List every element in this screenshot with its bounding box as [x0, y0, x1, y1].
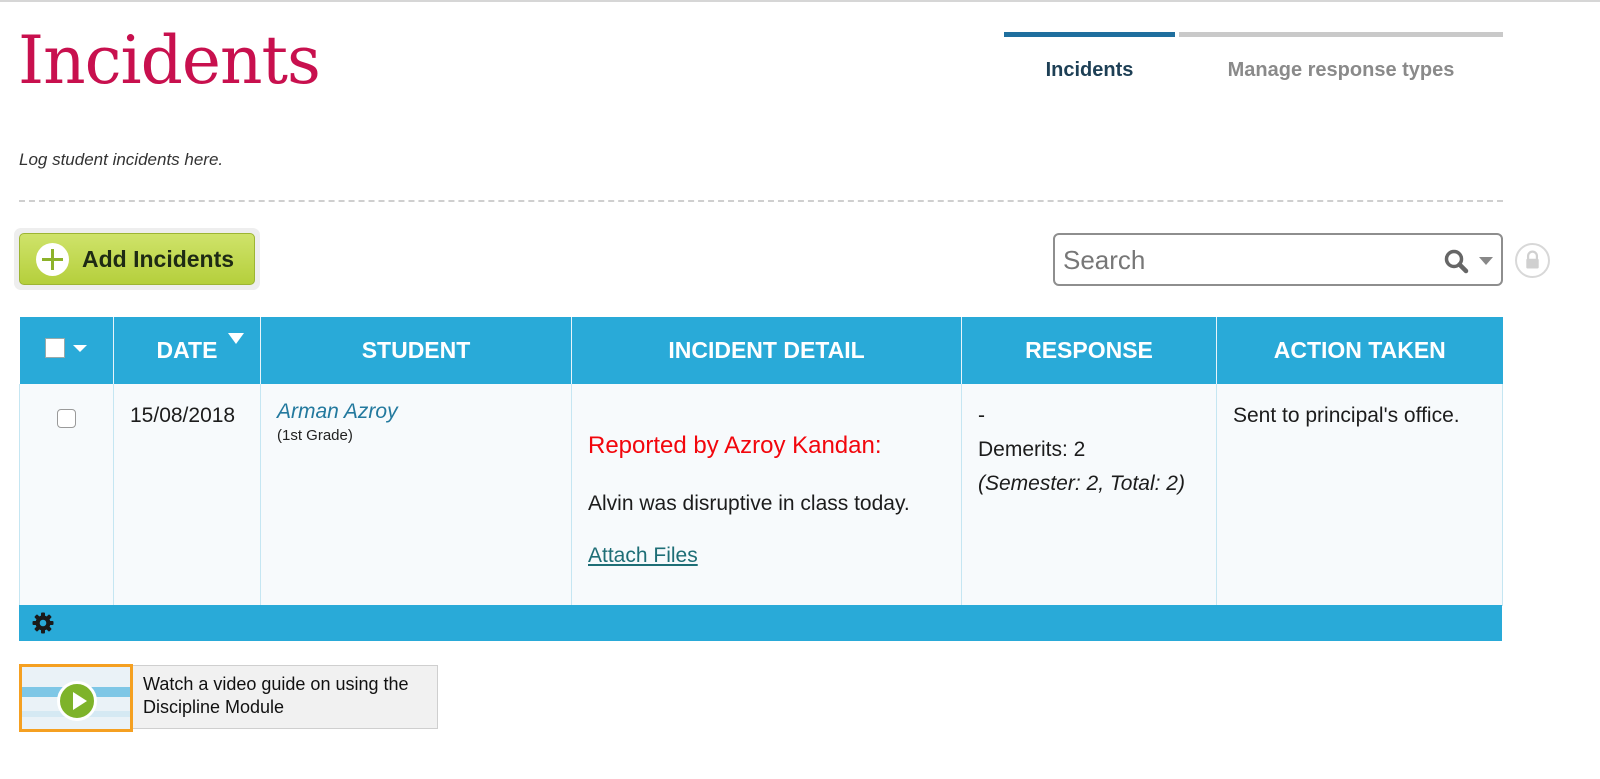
chevron-down-icon[interactable]	[72, 345, 87, 352]
search-icon[interactable]	[1443, 248, 1469, 274]
tab-incidents[interactable]: Incidents	[1004, 32, 1175, 102]
select-all-checkbox[interactable]	[44, 338, 65, 358]
student-cell: Arman Azroy (1st Grade)	[260, 384, 572, 606]
dashed-divider	[19, 200, 1503, 202]
incident-date: 15/08/2018	[113, 384, 261, 606]
video-thumbnail[interactable]	[19, 664, 133, 732]
column-header-incident-detail: INCIDENT DETAIL	[571, 317, 962, 384]
tab-manage-response-types[interactable]: Manage response types	[1179, 32, 1503, 102]
tab-bar: Incidents Manage response types	[1004, 32, 1503, 102]
search-input[interactable]	[1063, 243, 1423, 277]
student-name-link[interactable]: Arman Azroy	[261, 384, 571, 424]
plus-icon	[36, 242, 69, 276]
column-header-response: RESPONSE	[961, 317, 1217, 384]
top-border	[0, 0, 1600, 2]
page-subtitle: Log student incidents here.	[19, 150, 224, 169]
table-row: 15/08/2018 Arman Azroy (1st Grade) Repor…	[19, 384, 1503, 606]
video-guide-text: Watch a video guide on using the Discipl…	[143, 674, 409, 717]
row-select-cell	[19, 384, 114, 606]
add-incidents-label: Add Incidents	[82, 245, 235, 272]
column-header-date[interactable]: DATE	[113, 317, 261, 384]
gear-icon[interactable]	[32, 612, 54, 634]
video-guide-link[interactable]: Watch a video guide on using the Discipl…	[19, 664, 438, 732]
response-cell: - Demerits: 2 (Semester: 2, Total: 2)	[961, 384, 1217, 606]
table-header-row: DATE STUDENT INCIDENT DETAIL RESPONSE AC…	[19, 317, 1503, 384]
reported-by: Reported by Azroy Kandan:	[588, 432, 882, 459]
date-header-label: DATE	[156, 337, 218, 363]
action-taken: Sent to principal's office.	[1216, 384, 1503, 606]
lock-icon[interactable]	[1515, 243, 1550, 278]
sort-desc-icon	[228, 333, 244, 344]
add-incidents-button[interactable]: Add Incidents	[19, 233, 255, 285]
add-incidents-wrapper: Add Incidents	[14, 228, 260, 290]
attach-files-link[interactable]: Attach Files	[588, 544, 698, 568]
response-totals: (Semester: 2, Total: 2)	[978, 472, 1185, 495]
column-header-action-taken: ACTION TAKEN	[1216, 317, 1503, 384]
incidents-table: DATE STUDENT INCIDENT DETAIL RESPONSE AC…	[19, 317, 1503, 606]
table-footer	[19, 605, 1502, 641]
row-checkbox[interactable]	[57, 409, 76, 428]
response-dash: -	[978, 404, 985, 427]
play-icon[interactable]	[57, 681, 97, 721]
column-header-student: STUDENT	[260, 317, 572, 384]
chevron-down-icon[interactable]	[1479, 257, 1493, 265]
page-title: Incidents	[18, 22, 321, 99]
incident-detail-cell: Reported by Azroy Kandan: Alvin was disr…	[571, 384, 962, 606]
search-box	[1053, 233, 1503, 286]
student-grade: (1st Grade)	[277, 427, 353, 444]
select-all-header	[19, 317, 114, 384]
response-demerits: Demerits: 2	[978, 438, 1086, 461]
incident-detail-text: Alvin was disruptive in class today.	[588, 492, 910, 515]
